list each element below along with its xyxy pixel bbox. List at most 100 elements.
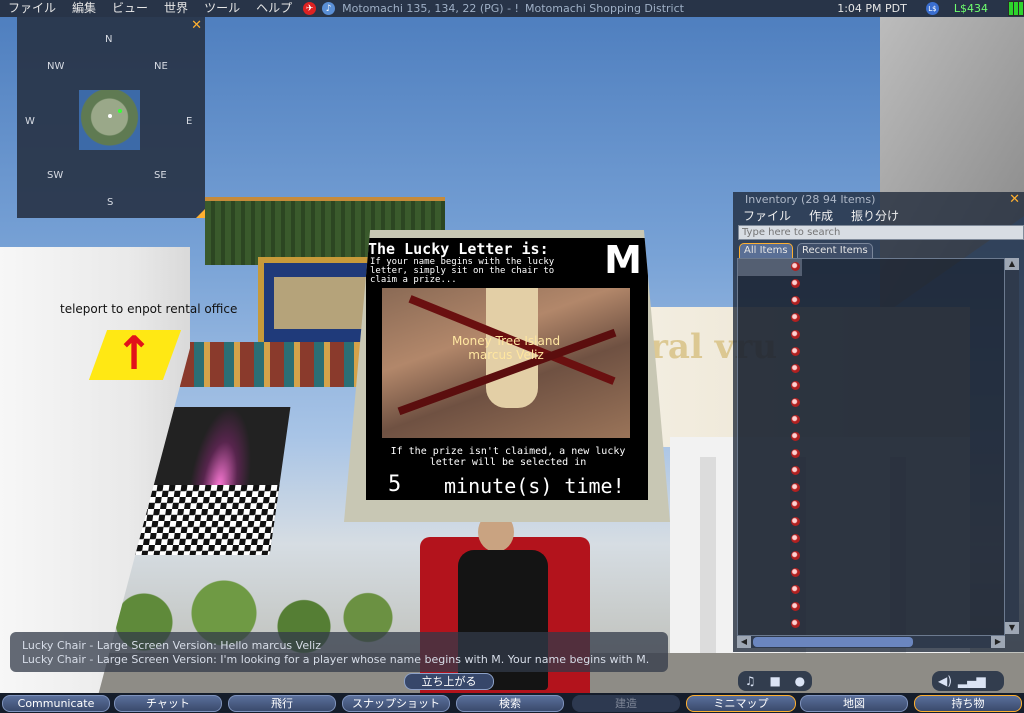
lucky-letter: M	[604, 238, 642, 282]
list-item[interactable]	[738, 480, 802, 497]
tab-recent-items[interactable]: Recent Items	[797, 243, 873, 258]
search-button[interactable]: 検索	[456, 695, 564, 712]
list-item[interactable]	[738, 446, 802, 463]
resize-handle[interactable]	[196, 209, 205, 218]
object-icon	[791, 602, 800, 611]
minimap-terrain[interactable]	[79, 90, 140, 150]
tab-all-items[interactable]: All Items	[739, 243, 793, 258]
inventory-vertical-scrollbar[interactable]: ▲ ▼	[1005, 258, 1019, 634]
no-fly-icon[interactable]: ✈	[303, 2, 317, 15]
inventory-horizontal-scrollbar[interactable]: ◀ ▶	[737, 636, 1005, 648]
inventory-menu-create[interactable]: 作成	[799, 208, 841, 224]
list-item[interactable]	[738, 429, 802, 446]
close-icon[interactable]: ✕	[191, 18, 202, 33]
object-icon	[791, 500, 800, 509]
volume-controls: ◀) ▂▄▆	[932, 671, 1004, 691]
compass-s: S	[107, 197, 114, 208]
compass-ne: NE	[154, 61, 168, 72]
menu-help[interactable]: ヘルプ	[248, 0, 300, 17]
stop-icon[interactable]: ■	[769, 674, 780, 688]
media-controls: ♫ ■ ●	[738, 671, 812, 691]
object-icon	[791, 432, 800, 441]
menu-edit[interactable]: 編集	[64, 0, 104, 17]
object-icon	[791, 466, 800, 475]
list-item[interactable]	[738, 497, 802, 514]
snapshot-button[interactable]: スナップショット	[342, 695, 450, 712]
list-item[interactable]	[738, 565, 802, 582]
object-icon	[791, 381, 800, 390]
location-readout[interactable]: Motomachi 135, 134, 22 (PG) - !	[342, 2, 519, 15]
menu-bar: ファイル 編集 ビュー 世界 ツール ヘルプ ✈ ♪ Motomachi 135…	[0, 0, 1024, 17]
map-button[interactable]: 地図	[800, 695, 908, 712]
lucky-time-label: minute(s) time!	[444, 474, 625, 498]
close-icon[interactable]: ✕	[1009, 192, 1020, 207]
list-item[interactable]	[738, 293, 802, 310]
list-item[interactable]	[738, 582, 802, 599]
inventory-menu-file[interactable]: ファイル	[733, 208, 799, 224]
menu-view[interactable]: ビュー	[104, 0, 156, 17]
play-icon[interactable]: ●	[795, 674, 805, 688]
list-item[interactable]	[738, 361, 802, 378]
lucky-letter-board[interactable]: The Lucky Letter is: M If your name begi…	[344, 230, 670, 522]
music-icon[interactable]: ♫	[745, 674, 756, 688]
region-name: Motomachi Shopping District	[524, 2, 684, 15]
object-icon	[791, 415, 800, 424]
object-icon	[791, 364, 800, 373]
compass-n: N	[105, 34, 113, 45]
object-icon	[791, 296, 800, 305]
list-item[interactable]	[738, 327, 802, 344]
minimap-button[interactable]: ミニマップ	[686, 695, 796, 712]
object-icon	[791, 551, 800, 560]
lucky-photo: Money Tree Island marcus Veliz	[382, 288, 630, 438]
inventory-window[interactable]: Inventory (28 94 Items) ✕ ファイル 作成 振り分け A…	[733, 192, 1024, 652]
self-dot	[108, 114, 112, 118]
menu-tools[interactable]: ツール	[196, 0, 248, 17]
lucky-instruction: If your name begins with the lucky lette…	[370, 257, 555, 285]
lucky-note: If the prize isn't claimed, a new lucky …	[390, 446, 626, 468]
list-item[interactable]	[738, 599, 802, 616]
chat-button[interactable]: チャット	[114, 695, 222, 712]
scroll-down-icon[interactable]: ▼	[1005, 622, 1019, 634]
list-item[interactable]	[738, 378, 802, 395]
menu-world[interactable]: 世界	[156, 0, 196, 17]
speaker-icon[interactable]: ◀)	[938, 674, 952, 688]
bandwidth-meter	[1008, 1, 1024, 16]
scroll-up-icon[interactable]: ▲	[1005, 258, 1019, 270]
scroll-left-icon[interactable]: ◀	[737, 636, 751, 648]
teleport-label: teleport to enpot rental office	[60, 302, 238, 316]
inventory-title: Inventory (28 94 Items)	[745, 193, 876, 206]
hover-text-line1: Money Tree Island	[451, 334, 561, 348]
scroll-right-icon[interactable]: ▶	[991, 636, 1005, 648]
list-item[interactable]	[738, 310, 802, 327]
list-item[interactable]	[738, 276, 802, 293]
build-button[interactable]: 建造	[572, 695, 680, 712]
compass-nw: NW	[47, 61, 65, 72]
list-item[interactable]	[738, 514, 802, 531]
object-icon	[791, 313, 800, 322]
inventory-list[interactable]	[737, 258, 1005, 636]
list-item[interactable]	[738, 548, 802, 565]
object-icon	[791, 449, 800, 458]
chat-line: Lucky Chair - Large Screen Version: Hell…	[22, 639, 321, 652]
currency-icon[interactable]: L$	[925, 2, 939, 15]
minimap-window[interactable]: ✕ N NW NE W E SW SE S	[17, 17, 205, 218]
list-item[interactable]	[738, 395, 802, 412]
volume-slider-icon[interactable]: ▂▄▆	[958, 674, 986, 688]
voice-icon[interactable]: ♪	[322, 2, 336, 15]
list-item[interactable]	[738, 616, 802, 633]
communicate-button[interactable]: Communicate	[2, 695, 110, 712]
menu-file[interactable]: ファイル	[0, 0, 64, 17]
list-item[interactable]	[738, 412, 802, 429]
list-item[interactable]	[738, 344, 802, 361]
list-item[interactable]	[738, 531, 802, 548]
fly-button[interactable]: 飛行	[228, 695, 336, 712]
balance[interactable]: L$434	[954, 2, 988, 15]
list-item[interactable]	[738, 463, 802, 480]
inventory-menu-sort[interactable]: 振り分け	[841, 208, 907, 224]
list-item[interactable]	[738, 259, 802, 276]
object-icon	[791, 398, 800, 407]
inventory-button[interactable]: 持ち物	[914, 695, 1022, 712]
scroll-thumb[interactable]	[753, 637, 913, 647]
inventory-search-input[interactable]	[738, 225, 1024, 240]
stand-up-button[interactable]: 立ち上がる	[404, 673, 494, 690]
